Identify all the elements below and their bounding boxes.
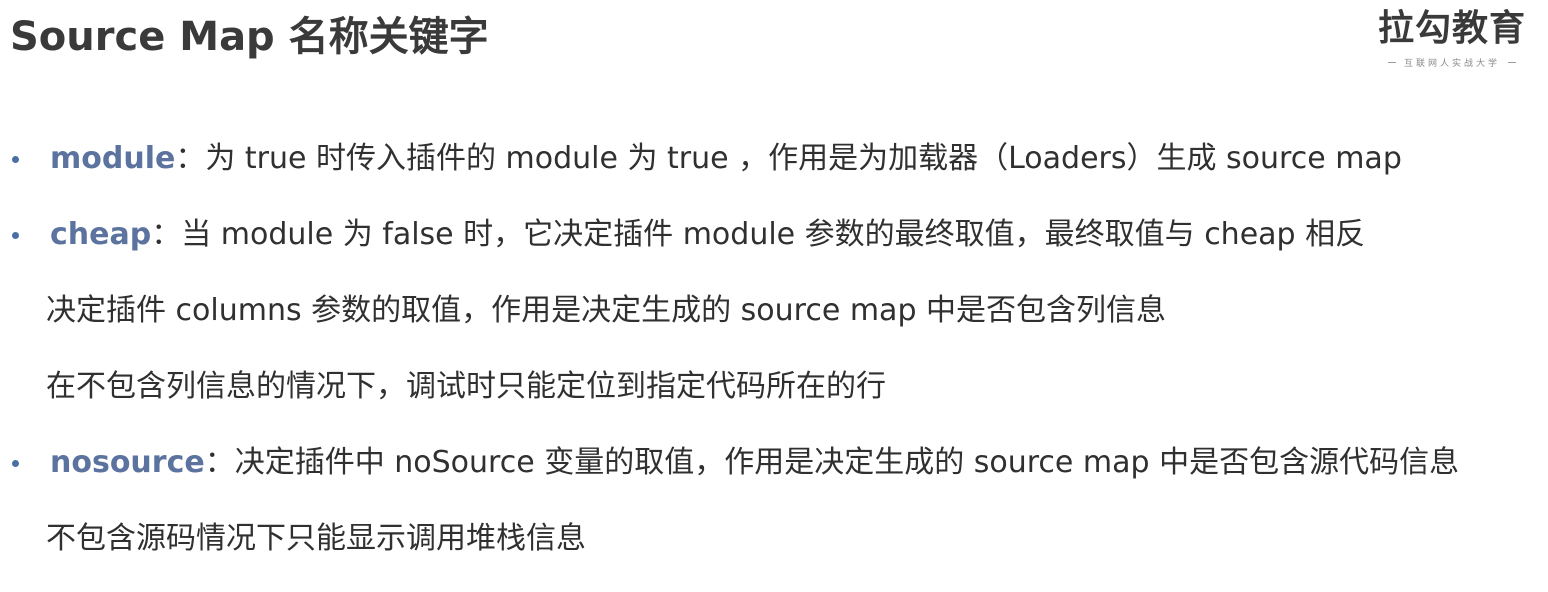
item-text: 决定插件 columns 参数的取值，作用是决定生成的 source map 中… — [46, 293, 1167, 328]
list-item-continuation: 不包含源码情况下只能显示调用堆栈信息 — [0, 516, 1548, 592]
tagline-left-dash — [1387, 62, 1396, 63]
list-item-cheap: cheap：当 module 为 false 时，它决定插件 module 参数… — [0, 212, 1548, 288]
bullet-dot-icon — [12, 156, 19, 163]
keyword-module: module — [50, 141, 176, 176]
list-item-nosource: nosource：决定插件中 noSource 变量的取值，作用是决定生成的 s… — [0, 440, 1548, 516]
list-item-module: module：为 true 时传入插件的 module 为 true ，作用是为… — [0, 136, 1548, 212]
item-text: ：决定插件中 noSource 变量的取值，作用是决定生成的 source ma… — [204, 445, 1460, 480]
keyword-nosource: nosource — [50, 445, 205, 480]
list-item-continuation: 在不包含列信息的情况下，调试时只能定位到指定代码所在的行 — [0, 364, 1548, 440]
bullet-list: module：为 true 时传入插件的 module 为 true ，作用是为… — [0, 136, 1548, 592]
logo-tagline-row: 互联网人实战大学 — [1372, 56, 1532, 69]
logo-name: 拉勾教育 — [1377, 8, 1526, 49]
page-title: Source Map 名称关键字 — [10, 14, 489, 60]
item-text: ：为 true 时传入插件的 module 为 true ，作用是为加载器（Lo… — [175, 141, 1402, 176]
keyword-cheap: cheap — [50, 217, 152, 252]
bullet-dot-icon — [12, 232, 19, 239]
brand-logo: 拉勾教育 互联网人实战大学 — [1372, 6, 1532, 69]
item-text: ：当 module 为 false 时，它决定插件 module 参数的最终取值… — [151, 217, 1366, 252]
bullet-dot-icon — [12, 460, 19, 467]
list-item-continuation: 决定插件 columns 参数的取值，作用是决定生成的 source map 中… — [0, 288, 1548, 364]
tagline-right-dash — [1508, 62, 1516, 63]
logo-tagline: 互联网人实战大学 — [1403, 59, 1500, 69]
item-text: 不包含源码情况下只能显示调用堆栈信息 — [46, 521, 586, 556]
item-text: 在不包含列信息的情况下，调试时只能定位到指定代码所在的行 — [46, 369, 886, 404]
